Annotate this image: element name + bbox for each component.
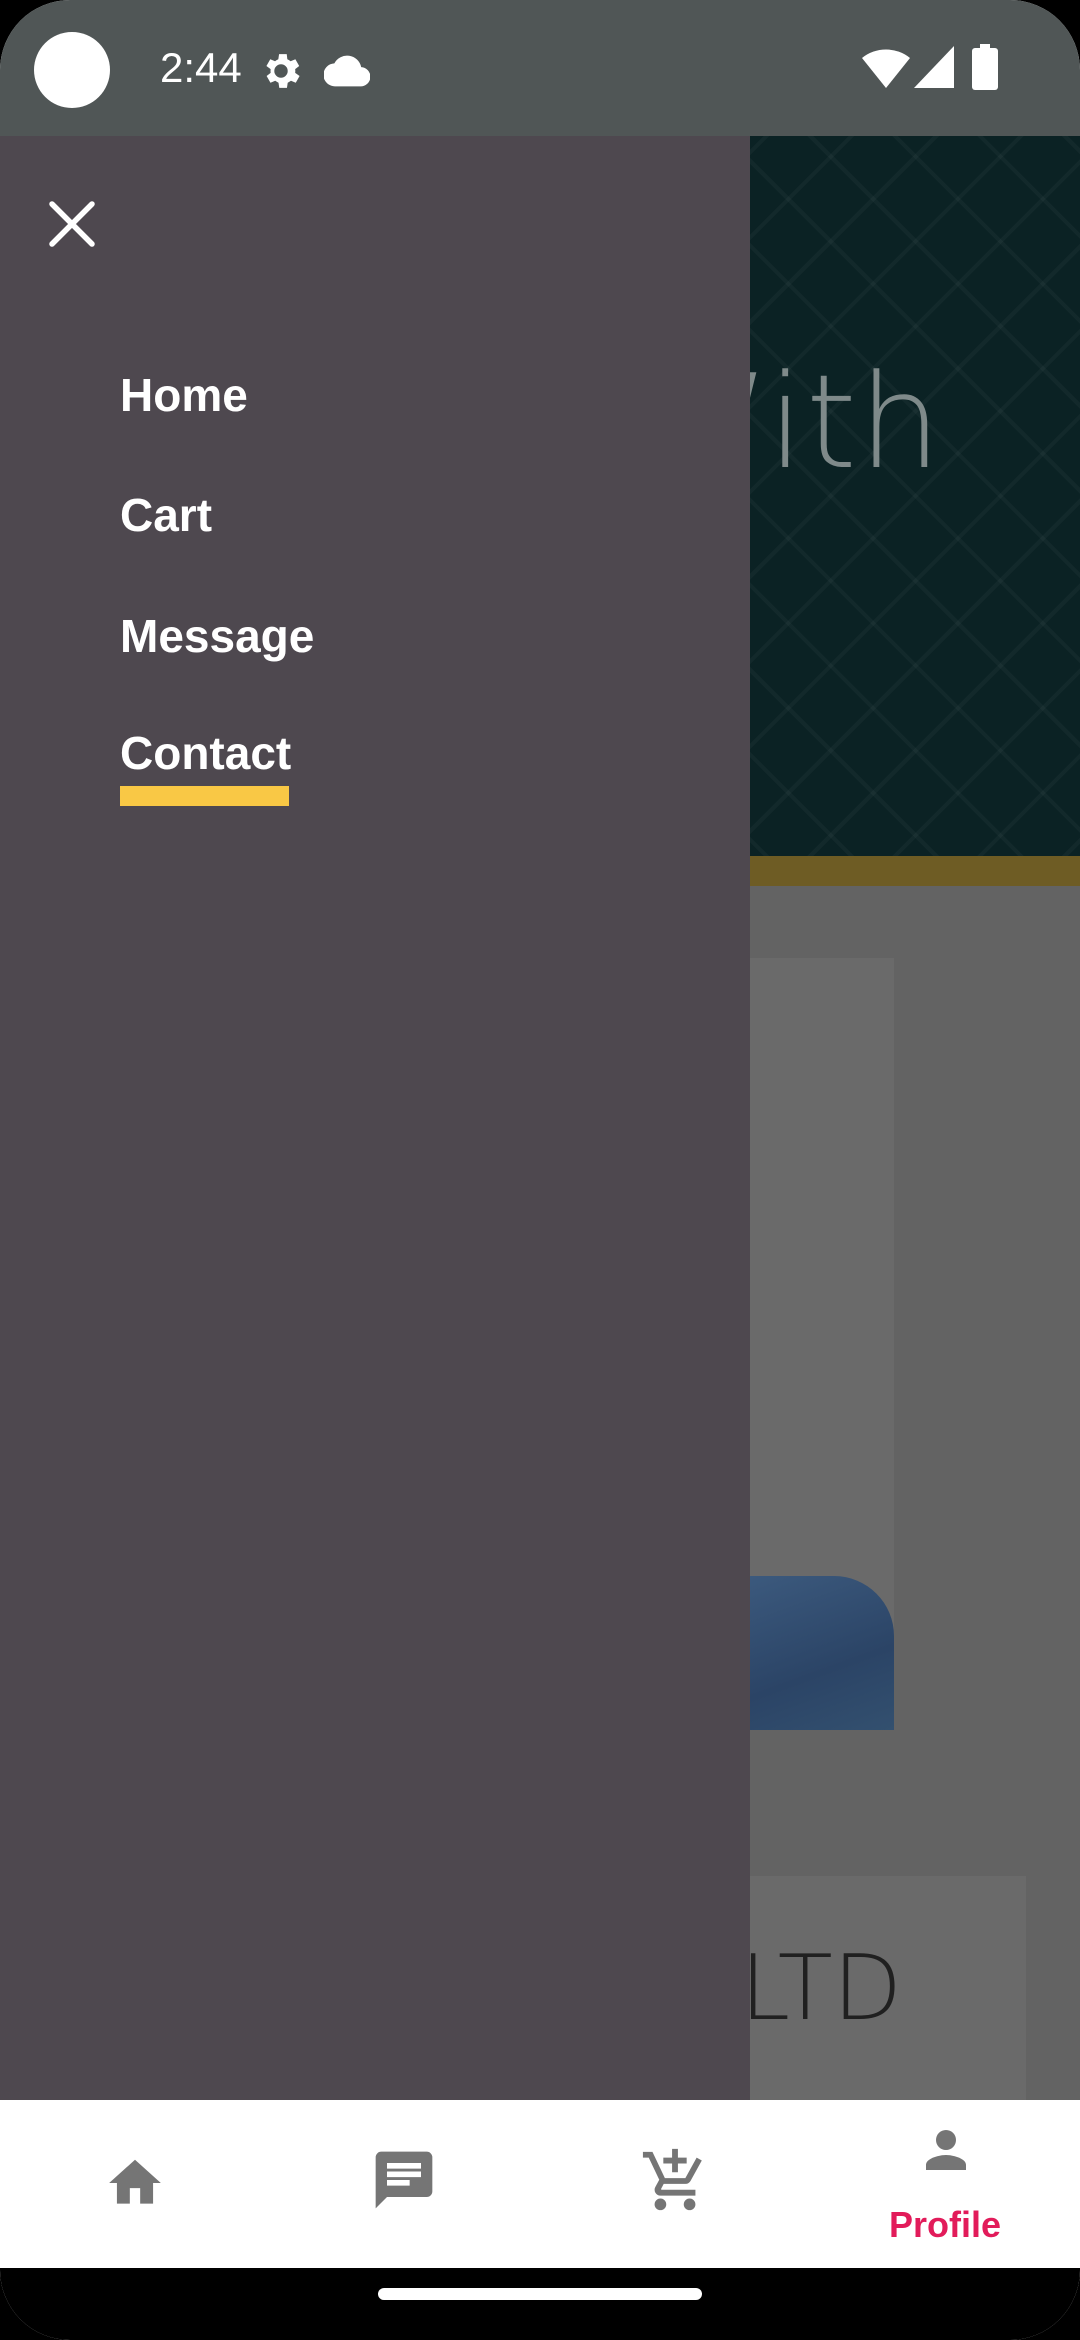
navigation-drawer: Home Cart Message Contact [0, 136, 750, 2100]
drawer-item-cart[interactable]: Cart [120, 488, 212, 542]
add-cart-icon [640, 2146, 710, 2221]
drawer-item-message[interactable]: Message [120, 609, 314, 663]
settings-icon [258, 48, 304, 99]
nav-profile-label: Profile [888, 2204, 1002, 2245]
drawer-item-home[interactable]: Home [120, 368, 248, 422]
battery-icon [972, 44, 998, 95]
home-gesture-pill[interactable] [378, 2288, 702, 2300]
profile-photo-shirt [740, 1576, 894, 1730]
gesture-bar [0, 2268, 1080, 2340]
close-icon[interactable] [42, 194, 102, 254]
company-card-text: LTD [740, 1936, 903, 2041]
person-icon [916, 2120, 976, 2185]
nav-profile[interactable]: Profile [810, 2100, 1080, 2268]
active-item-underline [120, 786, 289, 806]
signal-icon [914, 46, 954, 93]
nav-home[interactable] [0, 2100, 270, 2268]
app-screen: 2:44 With LTD Home Cart Message Contact … [0, 0, 1080, 2340]
camera-cutout [34, 32, 110, 108]
nav-messages[interactable] [270, 2100, 540, 2268]
drawer-item-contact[interactable]: Contact [120, 726, 291, 780]
chat-icon [370, 2146, 438, 2219]
bottom-navigation: Profile [0, 2100, 1080, 2268]
cloud-icon [323, 48, 371, 99]
status-time: 2:44 [160, 44, 242, 91]
status-bar: 2:44 [0, 0, 1080, 136]
nav-cart[interactable] [540, 2100, 810, 2268]
wifi-icon [862, 46, 910, 95]
home-icon [104, 2152, 166, 2219]
